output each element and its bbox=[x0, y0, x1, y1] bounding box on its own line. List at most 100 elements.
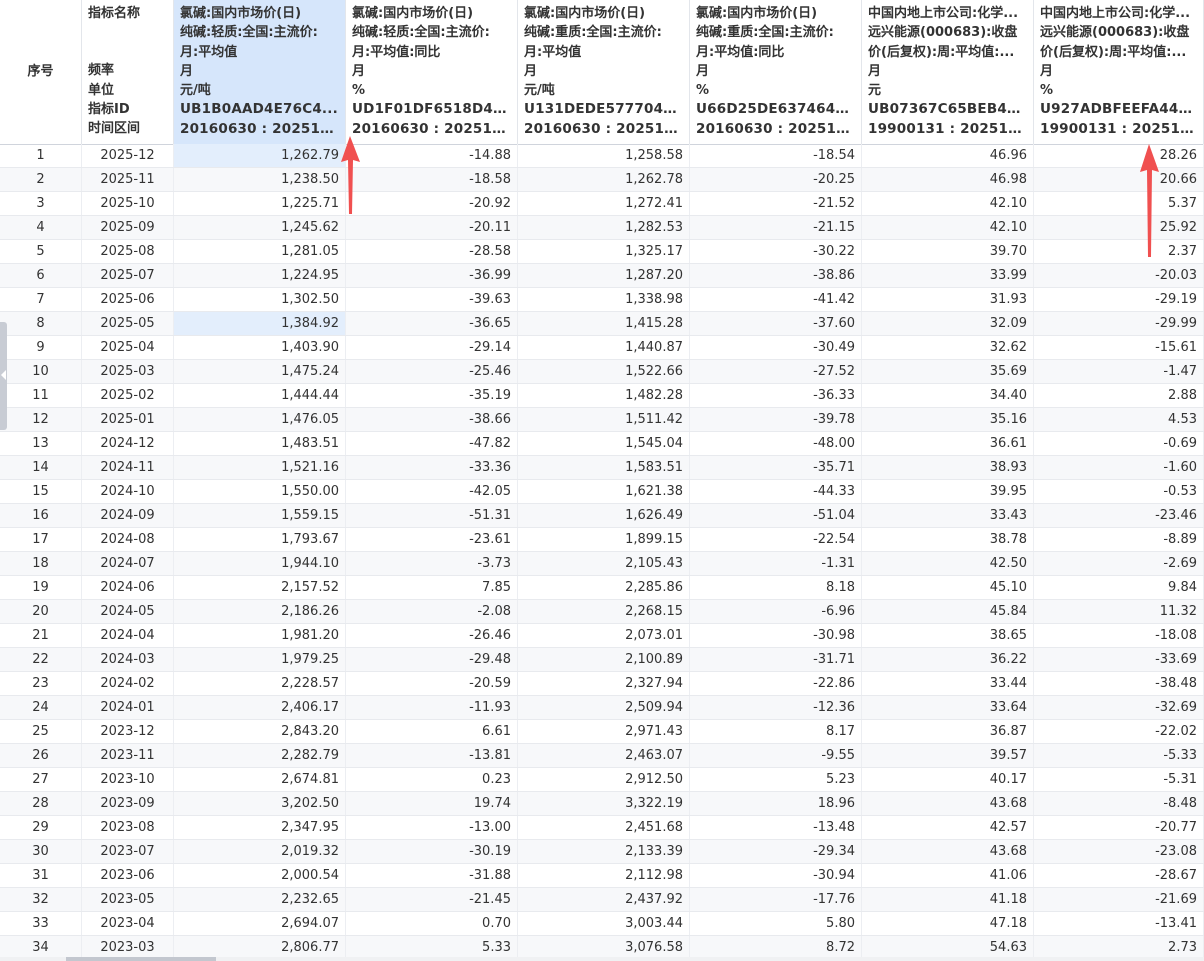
value-cell[interactable]: 1,325.17 bbox=[518, 240, 690, 263]
value-cell[interactable]: 11.32 bbox=[1034, 600, 1204, 623]
value-cell[interactable]: -30.49 bbox=[690, 336, 862, 359]
value-cell[interactable]: 2,285.86 bbox=[518, 576, 690, 599]
value-cell[interactable]: -13.41 bbox=[1034, 912, 1204, 935]
value-cell[interactable]: 2,347.95 bbox=[174, 816, 346, 839]
value-cell[interactable]: 1,384.92 bbox=[174, 312, 346, 335]
value-cell[interactable]: -13.00 bbox=[346, 816, 518, 839]
value-cell[interactable]: 4.53 bbox=[1034, 408, 1204, 431]
value-cell[interactable]: 32.62 bbox=[862, 336, 1034, 359]
value-cell[interactable]: -18.58 bbox=[346, 168, 518, 191]
value-cell[interactable]: 19.74 bbox=[346, 792, 518, 815]
value-cell[interactable]: -22.86 bbox=[690, 672, 862, 695]
value-cell[interactable]: 6.61 bbox=[346, 720, 518, 743]
value-cell[interactable]: -39.78 bbox=[690, 408, 862, 431]
value-cell[interactable]: 35.69 bbox=[862, 360, 1034, 383]
table-row[interactable]: 8 2025-05 1,384.92 -36.65 1,415.28 -37.60 32.0… bbox=[0, 312, 1204, 336]
value-cell[interactable]: 42.10 bbox=[862, 192, 1034, 215]
table-row[interactable]: 3 2025-10 1,225.71 -20.92 1,272.41 -21.52 42.1… bbox=[0, 192, 1204, 216]
value-cell[interactable]: -20.25 bbox=[690, 168, 862, 191]
column-header[interactable]: 中国内地上市公司:化学... 远兴能源(000683):收盘 价(后复权):周:平均… bbox=[1034, 0, 1204, 144]
value-cell[interactable]: 40.17 bbox=[862, 768, 1034, 791]
table-row[interactable]: 7 2025-06 1,302.50 -39.63 1,338.98 -41.42 31.9… bbox=[0, 288, 1204, 312]
value-cell[interactable]: -35.19 bbox=[346, 384, 518, 407]
value-cell[interactable]: -20.59 bbox=[346, 672, 518, 695]
column-header[interactable]: 氯碱:国内市场价(日) 纯碱:轻质:全国:主流价: 月:平均值:同比月% UD1F01… bbox=[346, 0, 518, 144]
value-cell[interactable]: -21.15 bbox=[690, 216, 862, 239]
value-cell[interactable]: 46.98 bbox=[862, 168, 1034, 191]
value-cell[interactable]: -17.76 bbox=[690, 888, 862, 911]
header-index[interactable]: 序号 bbox=[0, 0, 82, 144]
value-cell[interactable]: -21.52 bbox=[690, 192, 862, 215]
column-header[interactable]: 氯碱:国内市场价(日) 纯碱:轻质:全国:主流价: 月:平均值月元/吨 UB1B0AA… bbox=[174, 0, 346, 144]
value-cell[interactable]: -38.86 bbox=[690, 264, 862, 287]
value-cell[interactable]: -28.67 bbox=[1034, 864, 1204, 887]
value-cell[interactable]: 2,228.57 bbox=[174, 672, 346, 695]
value-cell[interactable]: 1,559.15 bbox=[174, 504, 346, 527]
value-cell[interactable]: 1,981.20 bbox=[174, 624, 346, 647]
column-header[interactable]: 氯碱:国内市场价(日) 纯碱:重质:全国:主流价: 月:平均值:同比月% U66D25… bbox=[690, 0, 862, 144]
value-cell[interactable]: -1.31 bbox=[690, 552, 862, 575]
table-row[interactable]: 11 2025-02 1,444.44 -35.19 1,482.28 -36.33 34.… bbox=[0, 384, 1204, 408]
value-cell[interactable]: 8.72 bbox=[690, 936, 862, 959]
value-cell[interactable]: 1,482.28 bbox=[518, 384, 690, 407]
value-cell[interactable]: -47.82 bbox=[346, 432, 518, 455]
table-row[interactable]: 32 2023-05 2,232.65 -21.45 2,437.92 -17.76 41.… bbox=[0, 888, 1204, 912]
value-cell[interactable]: -23.46 bbox=[1034, 504, 1204, 527]
table-row[interactable]: 30 2023-07 2,019.32 -30.19 2,133.39 -29.34 43.… bbox=[0, 840, 1204, 864]
value-cell[interactable]: 36.61 bbox=[862, 432, 1034, 455]
table-row[interactable]: 29 2023-08 2,347.95 -13.00 2,451.68 -13.48 42.… bbox=[0, 816, 1204, 840]
value-cell[interactable]: 31.93 bbox=[862, 288, 1034, 311]
value-cell[interactable]: 39.57 bbox=[862, 744, 1034, 767]
value-cell[interactable]: 2,971.43 bbox=[518, 720, 690, 743]
value-cell[interactable]: 1,302.50 bbox=[174, 288, 346, 311]
value-cell[interactable]: 1,282.53 bbox=[518, 216, 690, 239]
value-cell[interactable]: 1,338.98 bbox=[518, 288, 690, 311]
table-row[interactable]: 16 2024-09 1,559.15 -51.31 1,626.49 -51.04 33.… bbox=[0, 504, 1204, 528]
table-row[interactable]: 28 2023-09 3,202.50 19.74 3,322.19 18.96 43.68… bbox=[0, 792, 1204, 816]
value-cell[interactable]: 1,272.41 bbox=[518, 192, 690, 215]
table-row[interactable]: 2 2025-11 1,238.50 -18.58 1,262.78 -20.25 46.9… bbox=[0, 168, 1204, 192]
value-cell[interactable]: -21.69 bbox=[1034, 888, 1204, 911]
value-cell[interactable]: 9.84 bbox=[1034, 576, 1204, 599]
value-cell[interactable]: -3.73 bbox=[346, 552, 518, 575]
value-cell[interactable]: -27.52 bbox=[690, 360, 862, 383]
value-cell[interactable]: -20.92 bbox=[346, 192, 518, 215]
value-cell[interactable]: 3,202.50 bbox=[174, 792, 346, 815]
table-row[interactable]: 24 2024-01 2,406.17 -11.93 2,509.94 -12.36 33.… bbox=[0, 696, 1204, 720]
value-cell[interactable]: 2,843.20 bbox=[174, 720, 346, 743]
value-cell[interactable]: -8.89 bbox=[1034, 528, 1204, 551]
column-header[interactable]: 中国内地上市公司:化学... 远兴能源(000683):收盘 价(后复权):周:平均… bbox=[862, 0, 1034, 144]
value-cell[interactable]: 33.43 bbox=[862, 504, 1034, 527]
value-cell[interactable]: -18.08 bbox=[1034, 624, 1204, 647]
value-cell[interactable]: -20.77 bbox=[1034, 816, 1204, 839]
value-cell[interactable]: -42.05 bbox=[346, 480, 518, 503]
value-cell[interactable]: 1,626.49 bbox=[518, 504, 690, 527]
value-cell[interactable]: 0.70 bbox=[346, 912, 518, 935]
value-cell[interactable]: -12.36 bbox=[690, 696, 862, 719]
value-cell[interactable]: 42.10 bbox=[862, 216, 1034, 239]
value-cell[interactable]: 5.33 bbox=[346, 936, 518, 959]
value-cell[interactable]: 1,415.28 bbox=[518, 312, 690, 335]
value-cell[interactable]: -28.58 bbox=[346, 240, 518, 263]
value-cell[interactable]: -8.48 bbox=[1034, 792, 1204, 815]
value-cell[interactable]: 1,899.15 bbox=[518, 528, 690, 551]
value-cell[interactable]: 1,944.10 bbox=[174, 552, 346, 575]
value-cell[interactable]: -20.11 bbox=[346, 216, 518, 239]
table-row[interactable]: 6 2025-07 1,224.95 -36.99 1,287.20 -38.86 33.9… bbox=[0, 264, 1204, 288]
value-cell[interactable]: 2,463.07 bbox=[518, 744, 690, 767]
value-cell[interactable]: 3,076.58 bbox=[518, 936, 690, 959]
value-cell[interactable]: 1,522.66 bbox=[518, 360, 690, 383]
value-cell[interactable]: 2,509.94 bbox=[518, 696, 690, 719]
value-cell[interactable]: -1.47 bbox=[1034, 360, 1204, 383]
value-cell[interactable]: 2,268.15 bbox=[518, 600, 690, 623]
value-cell[interactable]: -39.63 bbox=[346, 288, 518, 311]
value-cell[interactable]: 54.63 bbox=[862, 936, 1034, 959]
value-cell[interactable]: 2.73 bbox=[1034, 936, 1204, 959]
value-cell[interactable]: 1,793.67 bbox=[174, 528, 346, 551]
value-cell[interactable]: 1,476.05 bbox=[174, 408, 346, 431]
value-cell[interactable]: -44.33 bbox=[690, 480, 862, 503]
value-cell[interactable]: 36.87 bbox=[862, 720, 1034, 743]
value-cell[interactable]: 42.57 bbox=[862, 816, 1034, 839]
value-cell[interactable]: -35.71 bbox=[690, 456, 862, 479]
table-row[interactable]: 9 2025-04 1,403.90 -29.14 1,440.87 -30.49 32.6… bbox=[0, 336, 1204, 360]
